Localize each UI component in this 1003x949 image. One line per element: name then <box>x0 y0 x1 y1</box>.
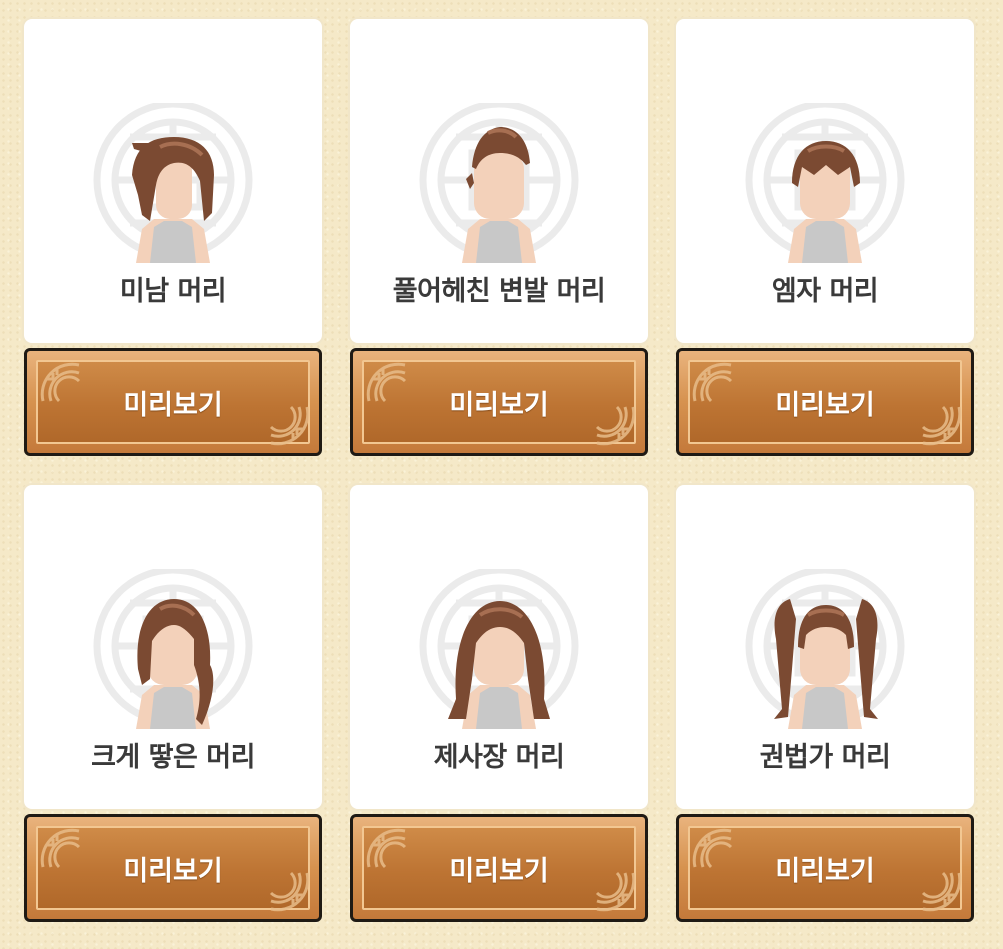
preview-button[interactable]: 미리보기 <box>350 814 648 922</box>
preview-button-label: 미리보기 <box>123 389 223 421</box>
hairstyle-portrait <box>416 569 582 729</box>
preview-button[interactable]: 미리보기 <box>24 348 322 456</box>
preview-button[interactable]: 미리보기 <box>676 814 974 922</box>
preview-button[interactable]: 미리보기 <box>24 814 322 922</box>
preview-button-label: 미리보기 <box>123 855 223 887</box>
hairstyle-card[interactable]: 미남 머리 <box>24 19 322 343</box>
hairstyle-portrait <box>90 569 256 729</box>
hairstyle-card[interactable]: 제사장 머리 <box>350 485 648 809</box>
hairstyle-card[interactable]: 크게 땋은 머리 <box>24 485 322 809</box>
preview-button[interactable]: 미리보기 <box>350 348 648 456</box>
hairstyle-portrait <box>742 569 908 729</box>
hairstyle-portrait <box>416 103 582 263</box>
preview-button-label: 미리보기 <box>449 855 549 887</box>
hairstyle-name: 풀어헤친 변발 머리 <box>392 276 606 307</box>
hairstyle-portrait <box>90 103 256 263</box>
hairstyle-card[interactable]: 권법가 머리 <box>676 485 974 809</box>
preview-button[interactable]: 미리보기 <box>676 348 974 456</box>
hairstyle-card[interactable]: 풀어헤친 변발 머리 <box>350 19 648 343</box>
hairstyle-card[interactable]: 엠자 머리 <box>676 19 974 343</box>
hairstyle-portrait <box>742 103 908 263</box>
hairstyle-name: 제사장 머리 <box>433 742 565 773</box>
hairstyle-name: 권법가 머리 <box>759 742 891 773</box>
preview-button-label: 미리보기 <box>775 389 875 421</box>
preview-button-label: 미리보기 <box>775 855 875 887</box>
hairstyle-name: 크게 땋은 머리 <box>91 742 255 773</box>
preview-button-label: 미리보기 <box>449 389 549 421</box>
hairstyle-grid: 미남 머리 미리보기 풀어헤친 변발 머리 미리보기 엠자 머리 미리보기 크게… <box>0 0 1003 949</box>
avatar-figure <box>136 599 214 729</box>
hairstyle-name: 미남 머리 <box>119 276 227 307</box>
avatar-figure <box>448 601 550 729</box>
hairstyle-name: 엠자 머리 <box>771 276 879 307</box>
